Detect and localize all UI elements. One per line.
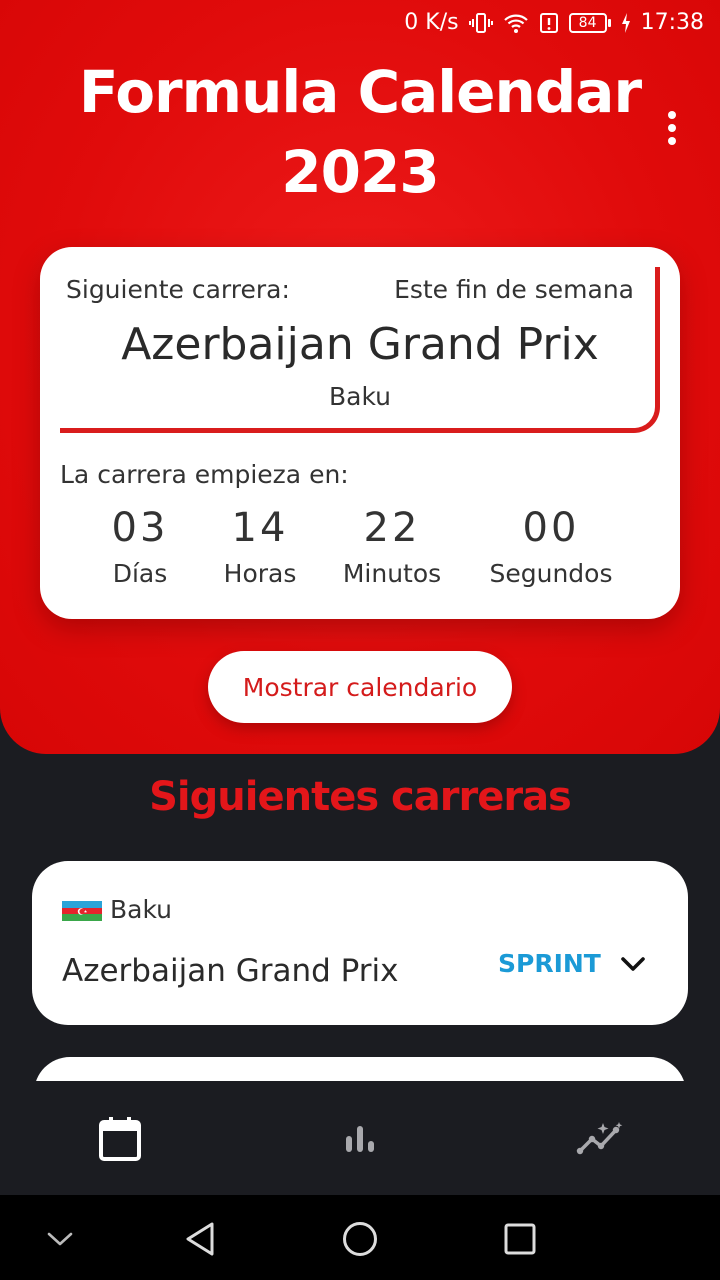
countdown-seconds-value: 00 [522, 505, 580, 551]
wifi-icon [503, 11, 529, 35]
countdown-hours-label: Horas [223, 559, 297, 588]
insights-icon[interactable] [570, 1109, 630, 1169]
more-vert-icon[interactable] [656, 108, 688, 148]
race-city: Baku [110, 895, 173, 924]
back-icon[interactable] [178, 1217, 222, 1261]
bottom-navigation [0, 1081, 720, 1195]
hide-nav-icon[interactable] [38, 1217, 82, 1261]
countdown-seconds: 00 Segundos [480, 505, 622, 588]
countdown-seconds-label: Segundos [489, 559, 613, 588]
countdown-days: 03 Días [96, 505, 184, 588]
home-icon[interactable] [338, 1217, 382, 1261]
next-race-name: Azerbaijan Grand Prix [121, 319, 599, 370]
countdown-hours-value: 14 [231, 505, 289, 551]
countdown-minutes: 22 Minutos [336, 505, 448, 588]
upcoming-races-title: Siguientes carreras [149, 774, 572, 820]
page-title-text: Formula Calendar 2023 [78, 58, 642, 206]
countdown-minutes-value: 22 [363, 505, 421, 551]
next-race-card: Siguiente carrera: Este fin de semana Az… [40, 247, 680, 619]
countdown-days-value: 03 [111, 505, 169, 551]
battery-icon: 84 [568, 12, 611, 33]
vibrate-icon [468, 11, 493, 35]
bar-chart-icon[interactable] [330, 1109, 390, 1169]
countdown: 03 Días 14 Horas 22 Minutos 00 Segundos [40, 505, 680, 605]
countdown-minutes-label: Minutos [342, 559, 442, 588]
status-bar: 0 K/s 84 17:38 [0, 0, 720, 50]
azerbaijan-flag-icon [62, 901, 102, 921]
battery-level: 84 [568, 12, 607, 33]
recents-icon[interactable] [498, 1217, 542, 1261]
charging-icon [621, 12, 631, 34]
clock: 17:38 [640, 10, 704, 35]
race-card[interactable]: Baku Azerbaijan Grand Prix SPRINT [32, 861, 688, 1025]
calendar-icon[interactable] [90, 1109, 150, 1169]
show-calendar-button[interactable]: Mostrar calendario [208, 651, 512, 723]
chevron-down-icon[interactable] [618, 949, 648, 979]
alert-icon [539, 11, 559, 35]
next-race-label: Siguiente carrera: [66, 275, 290, 304]
system-navigation-bar [0, 1195, 720, 1280]
countdown-hours: 14 Horas [212, 505, 308, 588]
page-title: Formula Calendar 2023 [0, 52, 720, 212]
next-race-when: Este fin de semana [394, 275, 634, 304]
race-starts-label: La carrera empieza en: [60, 460, 349, 489]
race-name: Azerbaijan Grand Prix [62, 953, 399, 989]
countdown-days-label: Días [112, 559, 168, 588]
network-speed: 0 K/s [404, 10, 459, 35]
sprint-badge: SPRINT [498, 949, 601, 978]
next-race-city: Baku [328, 382, 392, 411]
